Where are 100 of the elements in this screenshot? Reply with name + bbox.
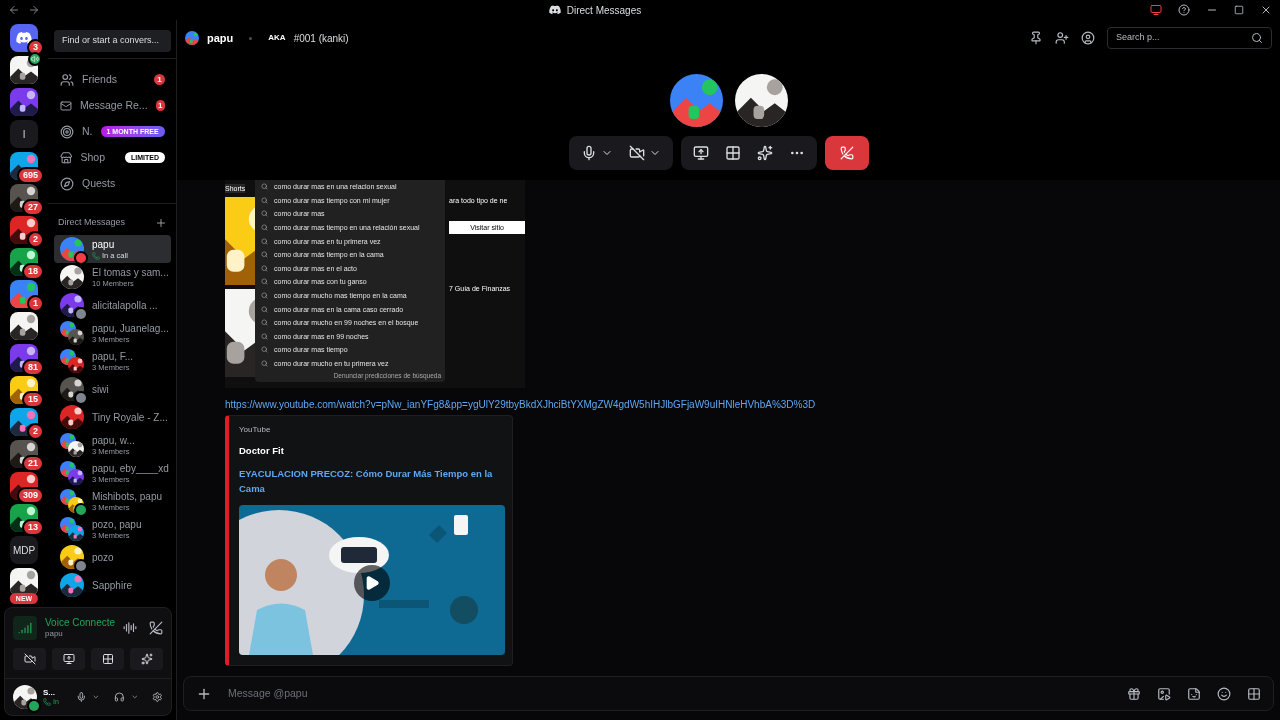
user-name: S...	[43, 687, 56, 698]
sparkles-icon	[140, 653, 153, 665]
compass-icon	[60, 176, 74, 191]
search-icon	[1251, 32, 1263, 44]
dm-name: pozo	[92, 550, 114, 564]
search-icon	[261, 237, 268, 245]
screen-share-icon	[692, 145, 709, 161]
search-field[interactable]: Find or start a convers...	[54, 29, 171, 52]
dm-name: papu, Juanelag...	[92, 321, 169, 335]
signal-icon	[13, 616, 37, 640]
dm-item[interactable]: Tiny Royale - Z...	[54, 403, 171, 432]
hang-up-icon	[839, 146, 854, 160]
search-icon	[261, 292, 268, 300]
profile-icon[interactable]	[1081, 31, 1095, 45]
camera-off-icon	[628, 145, 645, 161]
dm-name: papu	[92, 237, 116, 251]
nav-item[interactable]: Friends 1	[54, 66, 171, 93]
server-icon[interactable]: l	[10, 120, 38, 148]
aka-label: AKA	[268, 32, 286, 44]
headphones-icon[interactable]	[114, 690, 125, 704]
message-bar[interactable]: Message @papu	[183, 676, 1274, 711]
dm-item[interactable]: Sapphire	[54, 571, 171, 600]
nav-label: Shop	[80, 149, 105, 165]
search-icon	[261, 346, 268, 354]
search-icon	[261, 264, 268, 272]
embed-provider: YouTube	[239, 424, 272, 436]
caret-icon[interactable]	[130, 692, 139, 702]
search-bar[interactable]: Search p...	[1107, 27, 1272, 49]
dm-item[interactable]: alicitalapolla ...	[54, 291, 171, 320]
search-icon	[261, 278, 268, 286]
add-icon[interactable]	[155, 216, 167, 229]
dm-name: papu, w...	[92, 433, 135, 447]
add-user-icon[interactable]	[1055, 31, 1069, 45]
server-icon[interactable]	[10, 312, 38, 340]
search-icon	[261, 183, 268, 191]
server-icon[interactable]	[10, 88, 38, 116]
count-badge: 1	[154, 74, 165, 86]
caret-icon[interactable]	[92, 692, 101, 702]
server-icon[interactable]	[10, 56, 38, 84]
count-badge: 1	[155, 100, 165, 112]
maximize-icon[interactable]	[1234, 5, 1244, 15]
nav-label: Message Re...	[79, 97, 148, 113]
dm-name: papu, F...	[92, 349, 134, 363]
close-icon[interactable]	[1260, 4, 1272, 16]
emoji-icon[interactable]	[1217, 686, 1231, 701]
soundboard-button[interactable]	[130, 648, 163, 670]
channel-title: papu	[207, 30, 234, 46]
search-icon	[261, 224, 268, 232]
microphone-icon[interactable]	[75, 690, 87, 704]
grid-icon	[724, 145, 741, 161]
disconnect-icon[interactable]	[149, 621, 164, 635]
apps-icon[interactable]	[1247, 686, 1261, 701]
play-button[interactable]	[354, 565, 390, 602]
voice-status: Voice Connecte	[45, 616, 116, 630]
dm-name: Tiny Royale - Z...	[92, 410, 168, 424]
camera-button[interactable]	[13, 648, 46, 670]
search-icon	[261, 305, 268, 313]
screen-share-button[interactable]	[52, 648, 85, 670]
window-title: Direct Messages	[566, 3, 642, 18]
nav-item[interactable]: Message Re... 1	[54, 92, 171, 119]
search-icon	[261, 196, 268, 204]
grid-icon	[101, 653, 114, 665]
sticker-icon[interactable]	[1187, 686, 1201, 701]
message-link[interactable]: https://www.youtube.com/watch?v=pNw_ianYFg8&pp=ygUlY29tbyBkdXJhciBtYXMgZW4gdW5hIHJlbGFjaW9uIHNleHVhbA%3D%3D	[225, 397, 1280, 412]
server-icon[interactable]: MDP	[10, 536, 38, 564]
nav-label: Quests	[82, 175, 116, 191]
sparkles-icon	[756, 145, 773, 161]
section-heading: Direct Messages	[58, 215, 126, 229]
dm-name: pozo, papu	[92, 517, 142, 531]
help-icon[interactable]	[1178, 4, 1190, 16]
store-icon	[60, 150, 73, 165]
search-icon	[261, 319, 268, 327]
home-button[interactable]	[10, 24, 38, 52]
nav-item[interactable]: Quests	[54, 170, 171, 197]
server-icon[interactable]	[10, 568, 38, 596]
forward-icon[interactable]	[28, 4, 40, 16]
target-icon	[60, 124, 74, 139]
back-icon[interactable]	[8, 4, 20, 16]
dm-name: Sapphire	[92, 578, 133, 592]
gif-icon[interactable]	[1157, 686, 1171, 701]
mail-icon	[60, 98, 72, 113]
user-tag: #001 (kanki)	[293, 30, 349, 46]
play-icon	[364, 575, 380, 592]
settings-icon[interactable]	[152, 690, 163, 704]
search-input[interactable]: Search p...	[1116, 31, 1247, 45]
embed-author[interactable]: Doctor Fit	[239, 444, 502, 459]
dm-name: siwi	[92, 382, 109, 396]
dm-item[interactable]: siwi	[54, 375, 171, 404]
activities-button[interactable]	[91, 648, 124, 670]
dm-item[interactable]: pozo	[54, 543, 171, 572]
gift-icon[interactable]	[1127, 686, 1141, 701]
search-icon	[261, 210, 268, 218]
pin-icon[interactable]	[1029, 31, 1043, 45]
screen-icon[interactable]	[1150, 4, 1162, 16]
embed-title[interactable]: EYACULACION PRECOZ: Cómo Durar Más Tiempo en la Cama	[239, 466, 502, 497]
nav-label: N.	[82, 123, 93, 139]
voice-channel[interactable]: papu	[45, 629, 116, 640]
noise-icon[interactable]	[123, 621, 138, 635]
hang-up-button[interactable]	[824, 136, 869, 170]
discord-logo-icon	[16, 32, 32, 44]
